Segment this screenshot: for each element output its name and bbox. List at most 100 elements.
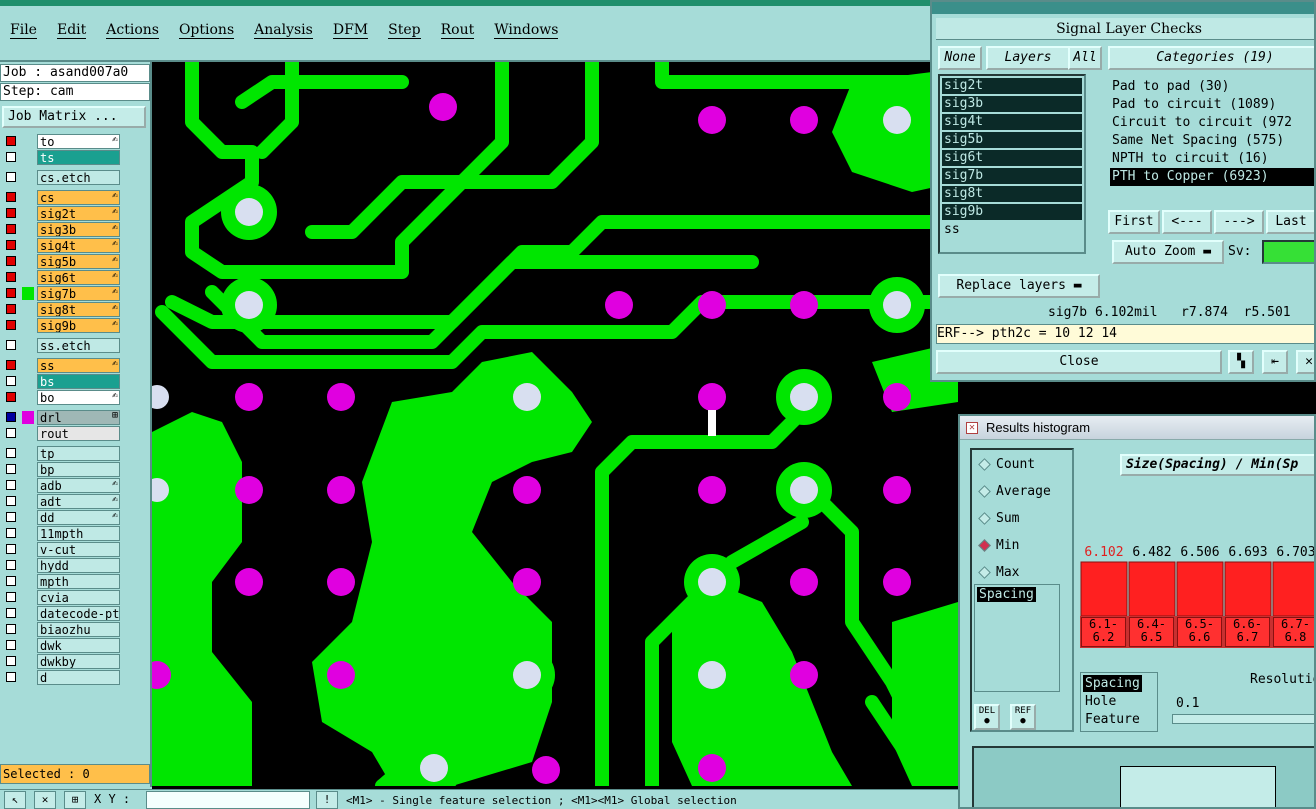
layer-label[interactable]: dwk [37, 638, 120, 653]
layer-color-swatch[interactable] [22, 287, 34, 300]
layer-row-d[interactable]: d [2, 670, 122, 685]
all-button[interactable]: All [1068, 46, 1102, 70]
menu-step[interactable]: Step [378, 20, 430, 40]
layer-checkbox[interactable] [6, 320, 16, 330]
close-button[interactable]: Close [936, 350, 1222, 374]
none-button[interactable]: None [938, 46, 982, 70]
layer-label[interactable]: adt [37, 494, 120, 509]
sig-layer-item[interactable]: ss [942, 222, 1082, 238]
layer-row-mpth[interactable]: mpth [2, 574, 122, 589]
layer-row-adb[interactable]: adb ✍ [2, 478, 122, 493]
layer-checkbox[interactable] [6, 528, 16, 538]
layer-row-ss.etch[interactable]: ss.etch [2, 338, 122, 353]
layer-row-bo[interactable]: bo ✍ [2, 390, 122, 405]
layer-color-swatch[interactable] [22, 411, 34, 424]
layer-row-tp[interactable]: tp [2, 446, 122, 461]
layer-checkbox[interactable] [6, 480, 16, 490]
layer-label[interactable]: hydd [37, 558, 120, 573]
layer-checkbox[interactable] [6, 304, 16, 314]
layer-label[interactable]: dd [37, 510, 120, 525]
category-item[interactable]: NPTH to circuit (16) [1110, 150, 1314, 168]
layer-checkbox[interactable] [6, 656, 16, 666]
layer-row-hydd[interactable]: hydd [2, 558, 122, 573]
layer-label[interactable]: sig6t [37, 270, 120, 285]
layer-label[interactable]: ss.etch [37, 338, 120, 353]
exit-icon[interactable]: ⇤ [1262, 350, 1288, 374]
layer-row-sig4t[interactable]: sig4t ✍ [2, 238, 122, 253]
layer-icon[interactable]: ▚ [1228, 350, 1254, 374]
menu-options[interactable]: Options [169, 20, 244, 40]
layer-label[interactable]: sig9b [37, 318, 120, 333]
layer-row-sig3b[interactable]: sig3b ✍ [2, 222, 122, 237]
sig-layer-item[interactable]: sig9b [942, 204, 1082, 220]
layer-checkbox[interactable] [6, 608, 16, 618]
layer-label[interactable]: bp [37, 462, 120, 477]
layer-label[interactable]: cvia [37, 590, 120, 605]
first-button[interactable]: First [1108, 210, 1160, 234]
layer-row-cs.etch[interactable]: cs.etch [2, 170, 122, 185]
radio-max[interactable]: Max [978, 564, 1080, 582]
layer-checkbox[interactable] [6, 256, 16, 266]
layer-label[interactable]: ss [37, 358, 120, 373]
layer-checkbox[interactable] [6, 496, 16, 506]
layer-label[interactable]: to [37, 134, 120, 149]
graphic-canvas[interactable] [152, 62, 958, 786]
layer-checkbox[interactable] [6, 376, 16, 386]
histogram-bar[interactable] [1272, 561, 1316, 617]
next-button[interactable]: ---> [1214, 210, 1264, 234]
measure-hole[interactable]: Hole [1083, 693, 1118, 710]
layer-label[interactable]: cs.etch [37, 170, 120, 185]
layer-checkbox[interactable] [6, 136, 16, 146]
layer-row-drl[interactable]: drl ⊞ [2, 410, 122, 425]
layer-row-to[interactable]: to ✍ [2, 134, 122, 149]
menu-actions[interactable]: Actions [96, 20, 169, 40]
layer-row-ss[interactable]: ss ✍ [2, 358, 122, 373]
layer-row-bs[interactable]: bs [2, 374, 122, 389]
layer-checkbox[interactable] [6, 412, 16, 422]
xy-field[interactable] [146, 791, 310, 809]
layer-checkbox[interactable] [6, 360, 16, 370]
histogram-bar[interactable] [1176, 561, 1224, 617]
radio-average[interactable]: Average [978, 483, 1080, 501]
categories-button[interactable]: Categories (19) [1108, 46, 1314, 70]
sv-indicator[interactable] [1262, 240, 1314, 264]
radio-count[interactable]: Count [978, 456, 1080, 474]
layer-row-cs[interactable]: cs ✍ [2, 190, 122, 205]
menu-analysis[interactable]: Analysis [244, 20, 323, 40]
layer-label[interactable]: biaozhu [37, 622, 120, 637]
alert-icon[interactable]: ! [316, 791, 338, 809]
layer-row-dwkby[interactable]: dwkby [2, 654, 122, 669]
radio-sum[interactable]: Sum [978, 510, 1080, 528]
layer-row-bp[interactable]: bp [2, 462, 122, 477]
layer-row-ts[interactable]: ts [2, 150, 122, 165]
layer-row-dwk[interactable]: dwk [2, 638, 122, 653]
layer-label[interactable]: ts [37, 150, 120, 165]
layer-select-list[interactable]: sig2t sig3b sig4t sig5b sig6t sig7b sig8t sig9b… [938, 74, 1086, 254]
category-item[interactable]: Same Net Spacing (575) [1110, 132, 1314, 150]
radio-min[interactable]: Min [978, 537, 1080, 555]
layer-checkbox[interactable] [6, 208, 16, 218]
layer-label[interactable]: 11mpth [37, 526, 120, 541]
layer-checkbox[interactable] [6, 640, 16, 650]
menu-rout[interactable]: Rout [431, 20, 485, 40]
layer-row-adt[interactable]: adt ✍ [2, 494, 122, 509]
layer-row-biaozhu[interactable]: biaozhu [2, 622, 122, 637]
layer-checkbox[interactable] [6, 464, 16, 474]
last-button[interactable]: Last [1266, 210, 1314, 234]
layer-label[interactable]: d [37, 670, 120, 685]
layers-button[interactable]: Layers [986, 46, 1070, 70]
layer-checkbox[interactable] [6, 576, 16, 586]
layer-checkbox[interactable] [6, 192, 16, 202]
layer-checkbox[interactable] [6, 592, 16, 602]
cancel-icon[interactable]: ✕ [1296, 350, 1314, 374]
error-marker[interactable] [708, 410, 716, 436]
layer-row-cvia[interactable]: cvia [2, 590, 122, 605]
layer-label[interactable]: bo [37, 390, 120, 405]
layer-checkbox[interactable] [6, 428, 16, 438]
replace-layers-menu[interactable]: Replace layers ▬ [938, 274, 1100, 298]
category-item[interactable]: Circuit to circuit (972 [1110, 114, 1314, 132]
measure-list[interactable]: Spacing Hole Feature [1080, 672, 1158, 732]
spacing-item[interactable]: Spacing [977, 587, 1036, 602]
layer-checkbox[interactable] [6, 448, 16, 458]
job-matrix-button[interactable]: Job Matrix ... [2, 106, 146, 128]
